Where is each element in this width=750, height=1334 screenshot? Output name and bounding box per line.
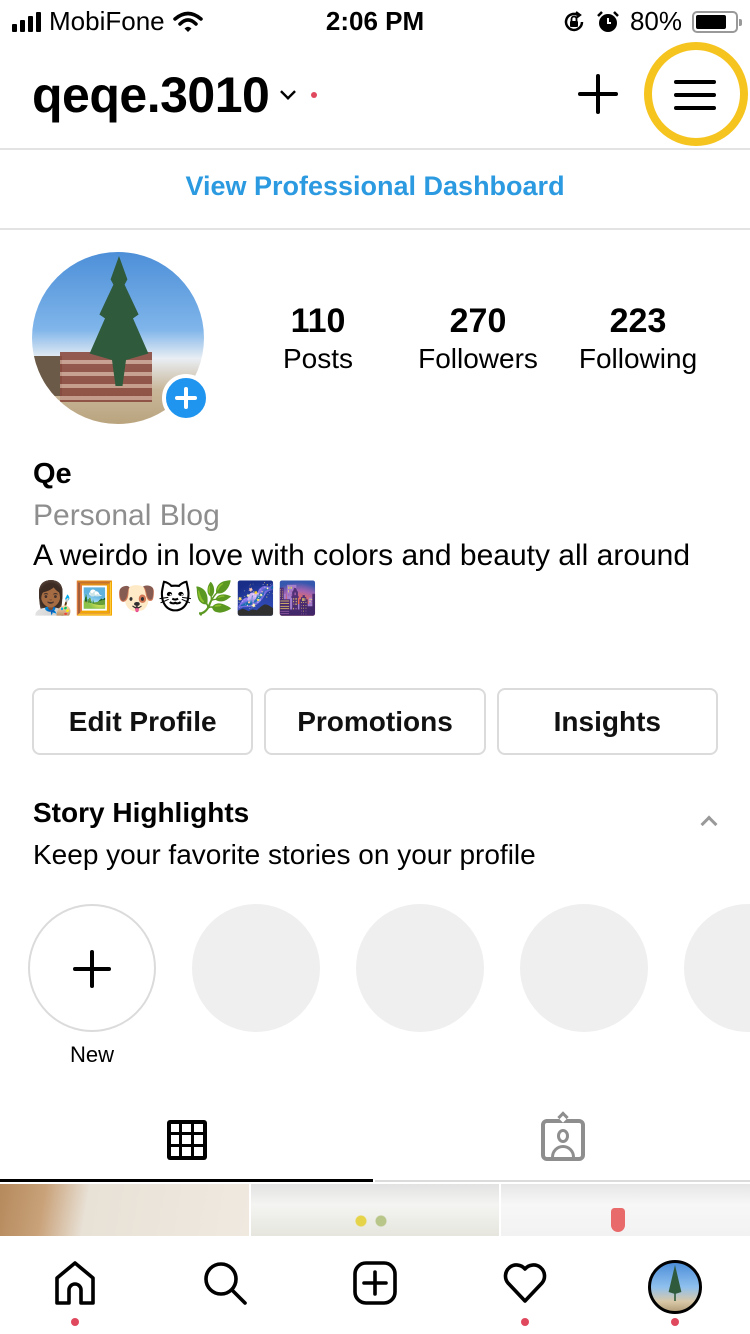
stat-following[interactable]: 223 Following bbox=[558, 300, 718, 376]
tab-tagged[interactable] bbox=[375, 1100, 750, 1182]
battery-fill bbox=[696, 14, 727, 29]
highlight-placeholder bbox=[520, 904, 648, 1032]
profile-avatar-icon[interactable] bbox=[648, 1260, 702, 1314]
battery-icon bbox=[692, 10, 742, 33]
plus-badge-icon[interactable] bbox=[162, 374, 210, 422]
create-button[interactable] bbox=[576, 72, 620, 116]
post-thumbnail[interactable] bbox=[0, 1184, 249, 1236]
new-highlight-label: New bbox=[69, 1042, 114, 1067]
nav-search[interactable] bbox=[150, 1236, 300, 1334]
nav-create[interactable] bbox=[300, 1236, 450, 1334]
add-post-icon bbox=[353, 1261, 397, 1305]
battery-percent: 80% bbox=[629, 6, 682, 36]
profile-header: qeqe.3010 bbox=[0, 40, 750, 148]
grid-icon bbox=[166, 1119, 207, 1160]
notification-dot bbox=[71, 1318, 79, 1326]
hamburger-menu-icon[interactable] bbox=[674, 78, 716, 110]
post-thumbnail[interactable] bbox=[250, 1184, 500, 1236]
bottom-nav bbox=[0, 1236, 750, 1334]
profile-tabs bbox=[0, 1100, 750, 1182]
edit-profile-button[interactable]: Edit Profile bbox=[32, 688, 254, 755]
nav-activity[interactable] bbox=[450, 1236, 600, 1334]
account-switcher[interactable]: qeqe.3010 bbox=[32, 66, 318, 124]
plus-icon[interactable] bbox=[28, 904, 156, 1032]
promotions-button[interactable]: Promotions bbox=[264, 688, 486, 755]
bio-emoji: 👩🏾‍🎨🖼️🐶🐱🌿🌌🌆 bbox=[33, 580, 320, 616]
story-highlights-header: Story Highlights Keep your favorite stor… bbox=[33, 794, 723, 874]
highlight-placeholder bbox=[356, 904, 484, 1032]
following-label: Following bbox=[578, 343, 698, 374]
insights-button[interactable]: Insights bbox=[496, 688, 718, 755]
highlight-placeholder bbox=[684, 904, 750, 1032]
new-highlight-button[interactable]: New bbox=[28, 904, 156, 1068]
divider bbox=[0, 228, 750, 230]
profile-bio: Qe Personal Blog A weirdo in love with c… bbox=[33, 454, 723, 620]
following-count: 223 bbox=[609, 302, 667, 340]
story-highlights-title: Story Highlights bbox=[33, 797, 250, 828]
bio-text: A weirdo in love with colors and beauty … bbox=[33, 539, 691, 572]
post-thumbnail[interactable] bbox=[501, 1184, 750, 1236]
highlights-row[interactable]: New bbox=[0, 904, 750, 1074]
alarm-icon bbox=[597, 10, 619, 32]
rotation-lock-icon bbox=[564, 10, 584, 31]
posts-label: Posts bbox=[282, 343, 354, 374]
status-right: 80% bbox=[562, 6, 742, 37]
stat-posts[interactable]: 110 Posts bbox=[238, 300, 398, 376]
profile-actions: Edit Profile Promotions Insights bbox=[32, 688, 718, 755]
search-icon bbox=[204, 1262, 247, 1305]
notification-dot bbox=[671, 1318, 679, 1326]
followers-label: Followers bbox=[418, 343, 538, 374]
nav-home[interactable] bbox=[0, 1236, 150, 1334]
stat-followers[interactable]: 270 Followers bbox=[398, 300, 558, 376]
profile-category: Personal Blog bbox=[33, 499, 220, 532]
highlight-placeholder bbox=[192, 904, 320, 1032]
notification-dot bbox=[521, 1318, 529, 1326]
posts-grid bbox=[0, 1184, 750, 1236]
display-name: Qe bbox=[33, 458, 72, 490]
view-professional-dashboard-link[interactable]: View Professional Dashboard bbox=[0, 150, 750, 228]
home-icon bbox=[55, 1261, 95, 1305]
chevron-down-icon[interactable] bbox=[280, 84, 297, 100]
username[interactable]: qeqe.3010 bbox=[32, 66, 270, 124]
posts-count: 110 bbox=[290, 302, 346, 340]
status-bar: MobiFone 2:06 PM 80% bbox=[0, 0, 750, 40]
notification-dot bbox=[311, 92, 318, 98]
heart-icon bbox=[503, 1263, 547, 1303]
tagged-photos-icon bbox=[540, 1111, 585, 1161]
followers-count: 270 bbox=[449, 302, 507, 340]
tab-grid[interactable] bbox=[0, 1100, 373, 1182]
story-highlights-subtitle: Keep your favorite stories on your profi… bbox=[33, 839, 536, 870]
